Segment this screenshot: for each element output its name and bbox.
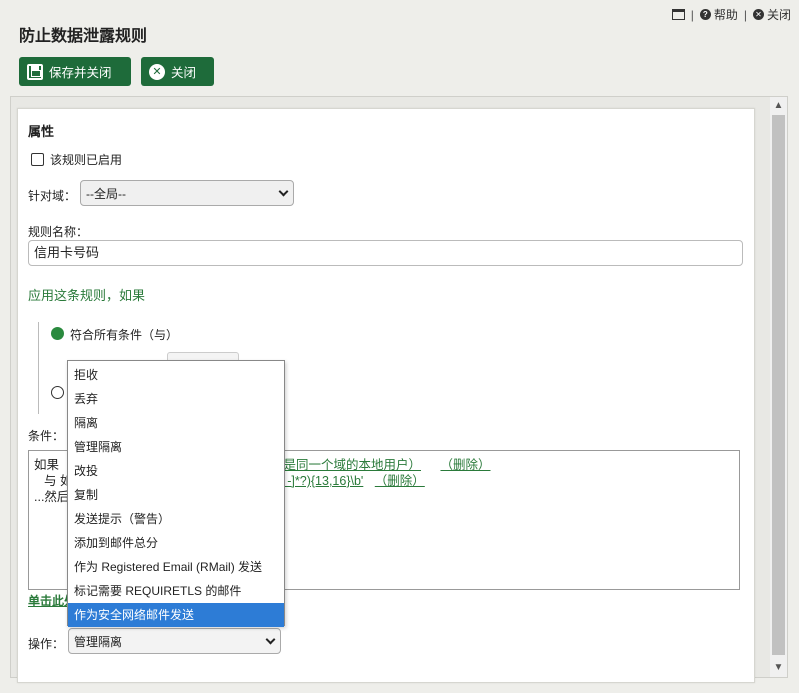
rule-enabled-checkbox[interactable] xyxy=(31,153,44,166)
help-link[interactable]: ? 帮助 xyxy=(699,6,738,23)
separator: | xyxy=(743,7,747,22)
menu-item-reject[interactable]: 拒收 xyxy=(68,363,284,387)
rule-enabled-label: 该规则已启用 xyxy=(50,153,123,167)
domain-select-value: --全局-- xyxy=(86,186,126,201)
close-icon: ✕ xyxy=(149,63,165,80)
menu-item-admin-quarantine[interactable]: 管理隔离 xyxy=(68,435,284,459)
domain-select[interactable]: --全局-- xyxy=(80,180,294,206)
close-button[interactable]: ✕ 关闭 xyxy=(141,57,214,86)
action-select-value: 管理隔离 xyxy=(74,634,123,649)
scroll-up-icon[interactable]: ▲ xyxy=(770,97,787,114)
page-title: 防止数据泄露规则 xyxy=(19,28,148,45)
close-label: 关闭 xyxy=(766,8,791,22)
save-and-close-label: 保存并关闭 xyxy=(49,66,112,80)
close-link[interactable]: ✕ 关闭 xyxy=(752,6,791,23)
scroll-down-icon[interactable]: ▼ xyxy=(770,659,787,676)
scrollbar-thumb[interactable] xyxy=(772,115,785,655)
delete-link-1[interactable]: （删除） xyxy=(440,458,490,472)
match-all-radio[interactable] xyxy=(51,327,64,340)
help-icon: ? xyxy=(699,9,711,20)
menu-item-send-rmail[interactable]: 作为 Registered Email (RMail) 发送 xyxy=(68,555,284,579)
action-label: 操作： xyxy=(28,637,65,651)
top-utility-bar: | ? 帮助 | ✕ 关闭 xyxy=(671,6,791,23)
menu-item-copy[interactable]: 复制 xyxy=(68,483,284,507)
match-any-radio[interactable] xyxy=(51,386,64,399)
menu-item-send-warning[interactable]: 发送提示（警告） xyxy=(68,507,284,531)
chevron-down-icon xyxy=(265,634,276,644)
rule-enabled-row[interactable]: 该规则已启用 xyxy=(31,151,122,168)
apply-rule-heading: 应用这条规则，如果 xyxy=(28,288,146,303)
rule-name-input[interactable]: 信用卡号码 xyxy=(28,240,743,266)
delete-link-2[interactable]: （删除） xyxy=(375,474,425,488)
chevron-down-icon xyxy=(278,186,289,196)
menu-item-quarantine[interactable]: 隔离 xyxy=(68,411,284,435)
conditions-label: 条件： xyxy=(28,429,65,443)
window-toggle-button[interactable] xyxy=(671,9,685,20)
menu-item-redirect[interactable]: 改投 xyxy=(68,459,284,483)
condition-then: ...然后 xyxy=(34,490,70,504)
rule-name-label: 规则名称： xyxy=(28,225,89,239)
menu-item-requiretls[interactable]: 标记需要 REQUIRETLS 的邮件 xyxy=(68,579,284,603)
help-label: 帮助 xyxy=(713,8,738,22)
save-icon xyxy=(27,63,43,80)
action-select[interactable]: 管理隔离 xyxy=(68,628,281,654)
close-button-label: 关闭 xyxy=(171,66,197,80)
match-all-label: 符合所有条件（与） xyxy=(70,328,179,342)
condition-group-line xyxy=(38,322,39,414)
window-icon xyxy=(671,9,685,20)
menu-item-discard[interactable]: 丢弃 xyxy=(68,387,284,411)
save-and-close-button[interactable]: 保存并关闭 xyxy=(19,57,131,86)
properties-heading: 属性 xyxy=(28,124,55,139)
menu-item-add-to-score[interactable]: 添加到邮件总分 xyxy=(68,531,284,555)
menu-item-secure-web-mail[interactable]: 作为安全网络邮件发送 xyxy=(68,603,284,627)
close-circle-icon: ✕ xyxy=(752,9,764,20)
condition-prefix: 如果 xyxy=(34,458,60,472)
vertical-scrollbar[interactable]: ▲ ▼ xyxy=(770,97,787,677)
separator: | xyxy=(690,7,694,22)
domain-label: 针对域： xyxy=(28,189,77,203)
action-dropdown-menu: 拒收 丢弃 隔离 管理隔离 改投 复制 发送提示（警告） 添加到邮件总分 作为 … xyxy=(67,360,285,627)
